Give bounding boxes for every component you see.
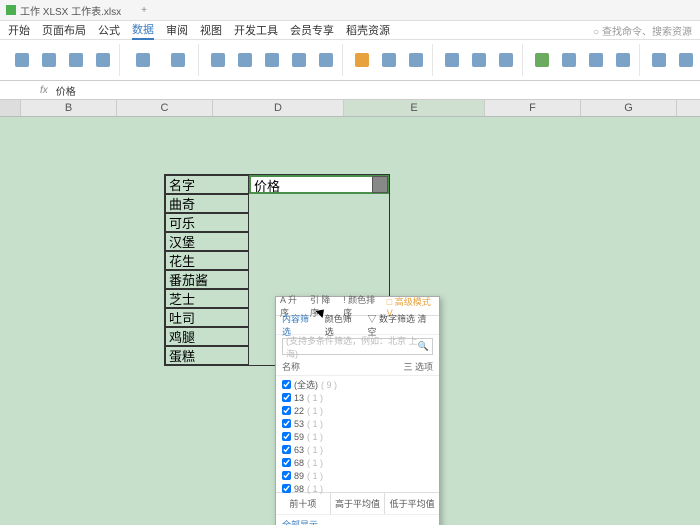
top-ten-button[interactable]: 前十项 — [276, 493, 331, 514]
col-header[interactable]: B — [21, 100, 117, 116]
menu-item[interactable]: 会员专享 — [290, 22, 334, 38]
fx-label: fx — [36, 85, 52, 96]
filter-item[interactable]: 63( 1 ) — [282, 443, 433, 456]
doc-title: 工作 XLSX 工作表.xlsx — [20, 3, 121, 18]
filter-item[interactable]: 53( 1 ) — [282, 417, 433, 430]
header-cell-name[interactable]: 名字 — [165, 175, 249, 194]
filter-item-list: (全选)( 9 )13( 1 )22( 1 )53( 1 )59( 1 )63(… — [276, 376, 439, 492]
menu-item[interactable]: 开发工具 — [234, 22, 278, 38]
header-cell-price[interactable]: 价格 — [249, 175, 389, 194]
col-header[interactable]: H — [677, 100, 700, 116]
filter-item[interactable]: 13( 1 ) — [282, 391, 433, 404]
doc-icon — [6, 5, 16, 15]
filter-checkbox[interactable] — [282, 445, 291, 454]
filter-checkbox[interactable] — [282, 419, 291, 428]
col-header[interactable]: C — [117, 100, 213, 116]
search-placeholder: (支持多条件筛选，例如：北京 上海) — [286, 334, 418, 360]
menu-item[interactable]: 视图 — [200, 22, 222, 38]
filter-checkbox[interactable] — [282, 393, 291, 402]
filter-item[interactable]: 22( 1 ) — [282, 404, 433, 417]
menu-bar: 开始 页面布局 公式 数据 审阅 视图 开发工具 会员专享 稻壳资源 ○ 查找命… — [0, 21, 700, 40]
show-all-link[interactable]: 全部显示 — [276, 514, 439, 525]
filter-popup: A 升序 引 降序 ! 颜色排序 □ 高级模式 V 内容筛选 颜色筛选 ▽ 数字… — [275, 296, 440, 525]
search-icon: 🔍 — [418, 341, 429, 352]
filter-item[interactable]: 89( 1 ) — [282, 469, 433, 482]
data-cell[interactable]: 汉堡 — [165, 232, 249, 251]
data-cell[interactable]: 可乐 — [165, 213, 249, 232]
col-header[interactable]: F — [485, 100, 581, 116]
menu-item[interactable]: 开始 — [8, 22, 30, 38]
below-avg-button[interactable]: 低于平均值 — [385, 493, 439, 514]
filter-search-input[interactable]: (支持多条件筛选，例如：北京 上海) 🔍 — [282, 338, 433, 355]
formula-bar: fx 价格 — [0, 81, 700, 100]
spreadsheet-area[interactable]: B C D E F G H 名字 价格 曲奇 可乐 汉堡 花生 番茄酱 芝士 吐… — [0, 100, 700, 525]
menu-item[interactable]: 公式 — [98, 22, 120, 38]
data-cell[interactable]: 番茄酱 — [165, 270, 249, 289]
quick-filter-buttons: 前十项 高于平均值 低于平均值 — [276, 492, 439, 514]
menu-item-active[interactable]: 数据 — [132, 21, 154, 40]
data-cell[interactable]: 花生 — [165, 251, 249, 270]
col-header-active[interactable]: E — [344, 100, 485, 116]
data-cell[interactable]: 曲奇 — [165, 194, 249, 213]
select-all-corner[interactable] — [0, 100, 21, 116]
filter-checkbox[interactable] — [282, 458, 291, 467]
col-header[interactable]: G — [581, 100, 677, 116]
filter-checkbox[interactable] — [282, 432, 291, 441]
data-cell[interactable]: 蛋糕 — [165, 346, 249, 365]
col-header[interactable]: D — [213, 100, 344, 116]
filter-checkbox[interactable] — [282, 471, 291, 480]
fx-value[interactable]: 价格 — [52, 83, 80, 98]
filter-item[interactable]: 59( 1 ) — [282, 430, 433, 443]
menu-item[interactable]: 审阅 — [166, 22, 188, 38]
filter-item[interactable]: (全选)( 9 ) — [282, 378, 433, 391]
data-cell[interactable]: 鸡腿 — [165, 327, 249, 346]
name-col-label: 名称 — [282, 360, 300, 373]
filter-checkbox[interactable] — [282, 380, 291, 389]
filter-checkbox[interactable] — [282, 406, 291, 415]
title-bar: 工作 XLSX 工作表.xlsx + — [0, 0, 700, 21]
filter-item[interactable]: 68( 1 ) — [282, 456, 433, 469]
options-link[interactable]: 三 选项 — [403, 360, 433, 373]
menu-item[interactable]: 页面布局 — [42, 22, 86, 38]
new-tab-button[interactable]: + — [141, 5, 147, 16]
filter-list-header: 名称 三 选项 — [276, 358, 439, 376]
data-cell[interactable]: 芝士 — [165, 289, 249, 308]
menu-item[interactable]: 稻壳资源 — [346, 22, 390, 38]
ribbon — [0, 40, 700, 81]
column-headers: B C D E F G H — [0, 100, 700, 117]
filter-checkbox[interactable] — [282, 484, 291, 493]
above-avg-button[interactable]: 高于平均值 — [331, 493, 386, 514]
data-cell[interactable]: 吐司 — [165, 308, 249, 327]
filter-sub-tabs: 内容筛选 颜色筛选 ▽ 数字筛选 清空 — [276, 316, 439, 335]
command-search[interactable]: ○ 查找命令、搜索资源 — [593, 23, 692, 38]
